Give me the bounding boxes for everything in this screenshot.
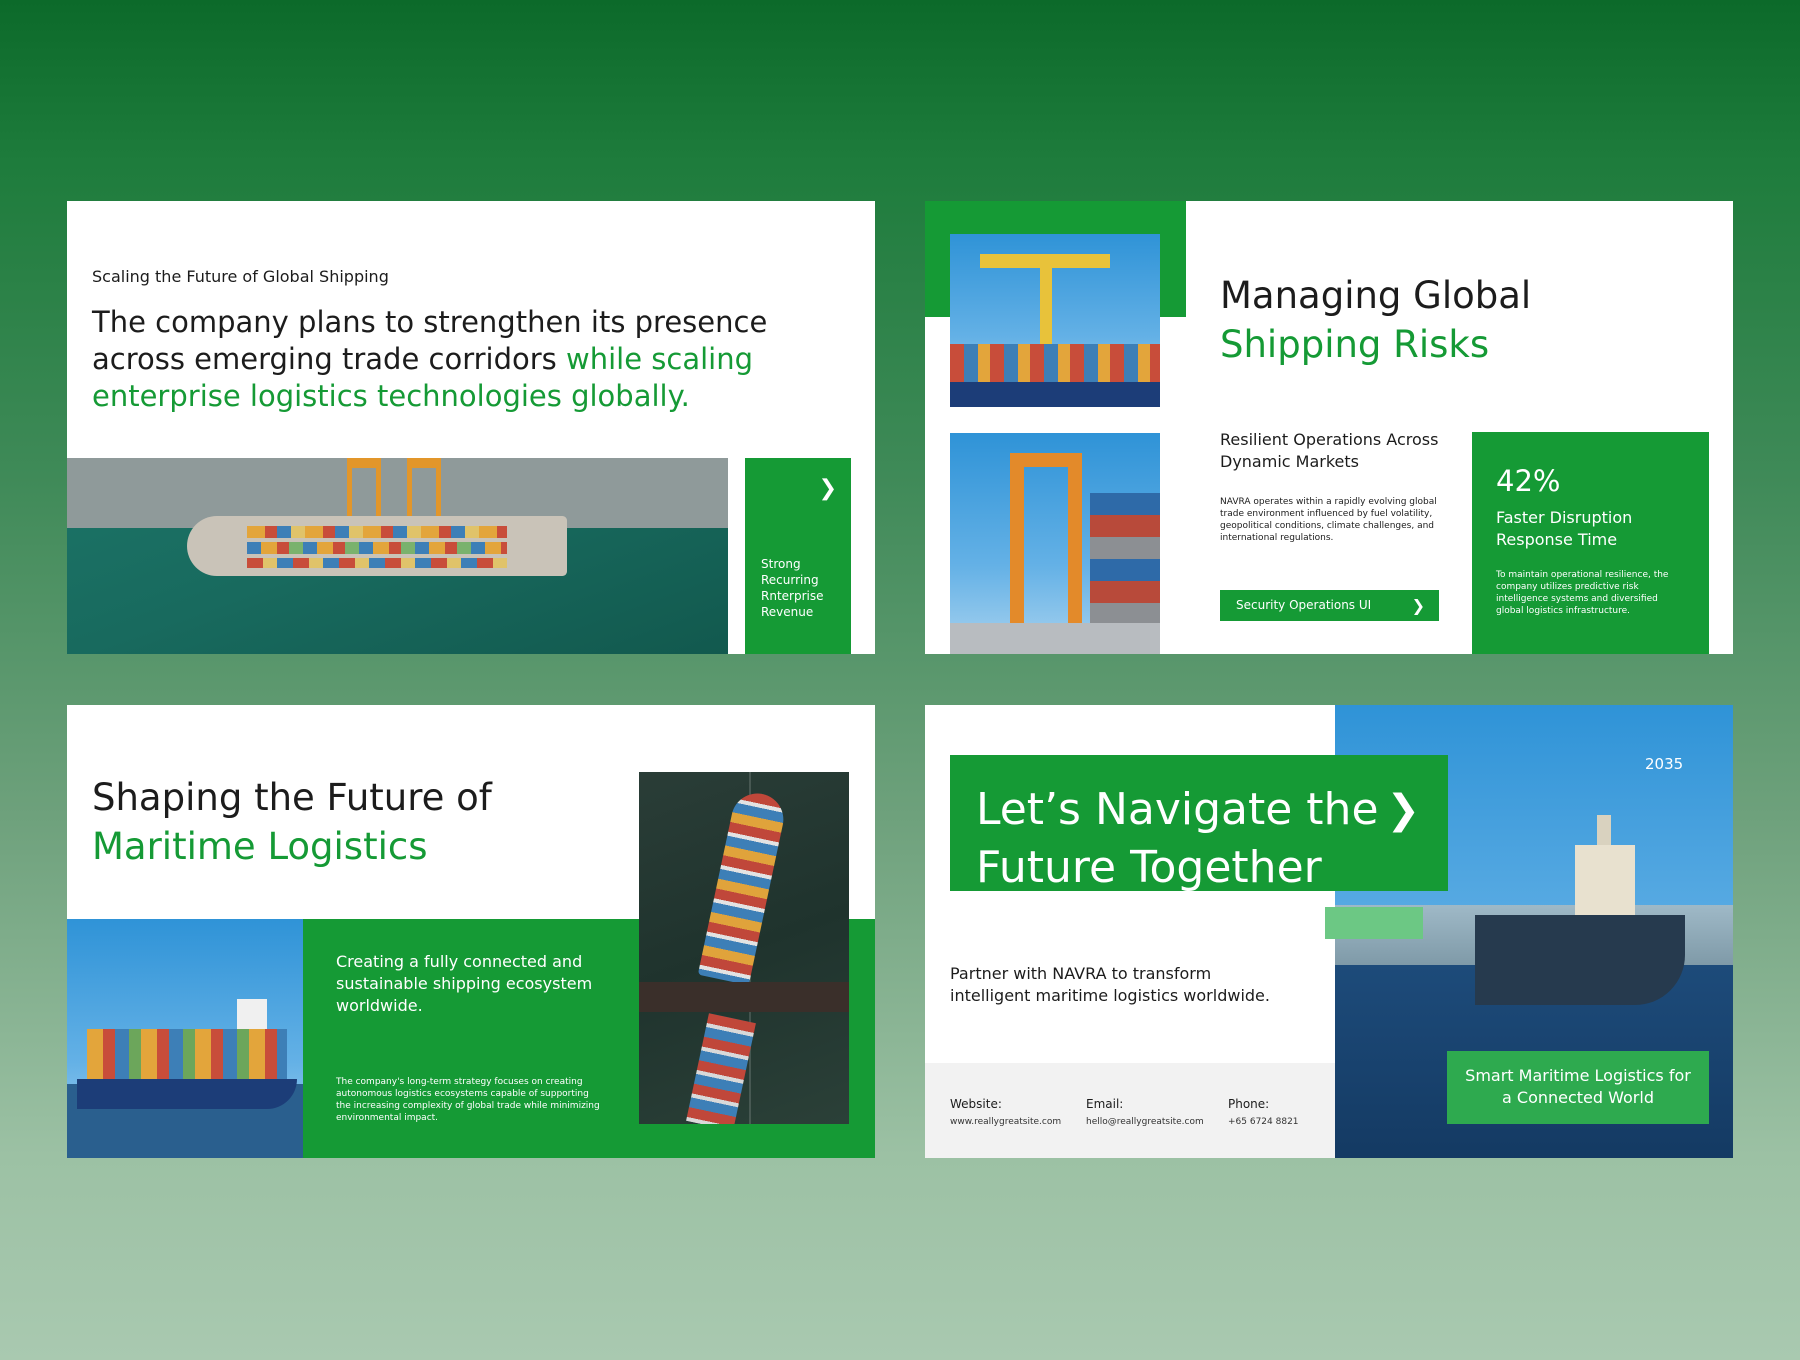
chevron-right-icon[interactable]: ❯ (819, 476, 837, 501)
slide-scaling-future: Scaling the Future of Global Shipping Th… (67, 201, 875, 654)
contact-footer: Website: www.reallygreatsite.com Email: … (925, 1063, 1335, 1158)
website-info: Website: www.reallygreatsite.com (950, 1097, 1061, 1127)
phone-label: Phone: (1228, 1097, 1270, 1111)
card-label: Strong Recurring Rnterprise Revenue (761, 557, 824, 619)
phone-info: Phone: +65 6724 8821 (1228, 1097, 1299, 1127)
title-line-2: Shipping Risks (1220, 323, 1490, 366)
slide-shipping-risks: Managing Global Shipping Risks Resilient… (925, 201, 1733, 654)
revenue-card[interactable]: ❯ Strong Recurring Rnterprise Revenue (745, 458, 851, 654)
website-value[interactable]: www.reallygreatsite.com (950, 1117, 1061, 1127)
year-label: 2035 (1645, 755, 1684, 773)
slide-subtitle: Resilient Operations Across Dynamic Mark… (1220, 430, 1439, 471)
primary-text: Creating a fully connected and sustainab… (336, 952, 593, 1015)
title-line-1: Managing Global (1220, 274, 1532, 317)
stat-value: 42% (1496, 464, 1561, 498)
aerial-ship-photo (639, 772, 849, 1124)
title-line-2: Future Together (976, 842, 1322, 893)
container-ship (187, 516, 567, 576)
button-label: Security Operations UI (1236, 598, 1372, 612)
partner-text: Partner with NAVRA to transform intellig… (950, 964, 1270, 1005)
crane-ship-photo (950, 234, 1160, 407)
slide-kicker: Scaling the Future of Global Shipping (92, 267, 389, 286)
slide-title: Managing Global Shipping Risks (1220, 271, 1531, 369)
email-value[interactable]: hello@reallygreatsite.com (1086, 1117, 1204, 1127)
slide-navigate-future: 2035 Let’s Navigate the Future Together … (925, 705, 1733, 1158)
port-aerial-photo (67, 458, 728, 654)
secondary-text: The company's long-term strategy focuses… (336, 1077, 600, 1123)
slide-headline: The company plans to strengthen its pres… (92, 304, 832, 415)
container-ship-photo (67, 919, 303, 1158)
port-gantry-photo (950, 433, 1160, 654)
slide-maritime-logistics: Shaping the Future of Maritime Logistics… (67, 705, 875, 1158)
title-line-1: Shaping the Future of (92, 776, 492, 819)
cta-title-box[interactable]: Let’s Navigate the Future Together ❯ (950, 755, 1448, 893)
phone-value: +65 6724 8821 (1228, 1117, 1299, 1127)
title-line-1: Let’s Navigate the (976, 784, 1379, 835)
light-green-accent (1325, 907, 1423, 939)
security-operations-button[interactable]: Security Operations UI ❯ (1220, 590, 1439, 621)
chevron-right-icon[interactable]: ❯ (1386, 781, 1420, 839)
email-info: Email: hello@reallygreatsite.com (1086, 1097, 1204, 1127)
slide-title: Shaping the Future of Maritime Logistics (92, 773, 492, 871)
stat-label: Faster Disruption Response Time (1496, 508, 1633, 549)
email-label: Email: (1086, 1097, 1124, 1111)
stat-card: 42% Faster Disruption Response Time To m… (1472, 432, 1709, 654)
title-line-2: Maritime Logistics (92, 825, 428, 868)
slide-paragraph: NAVRA operates within a rapidly evolving… (1220, 497, 1437, 543)
website-label: Website: (950, 1097, 1002, 1111)
stat-description: To maintain operational resilience, the … (1496, 570, 1669, 616)
tagline-badge: Smart Maritime Logistics for a Connected… (1447, 1051, 1709, 1124)
chevron-right-icon: ❯ (1411, 596, 1425, 615)
